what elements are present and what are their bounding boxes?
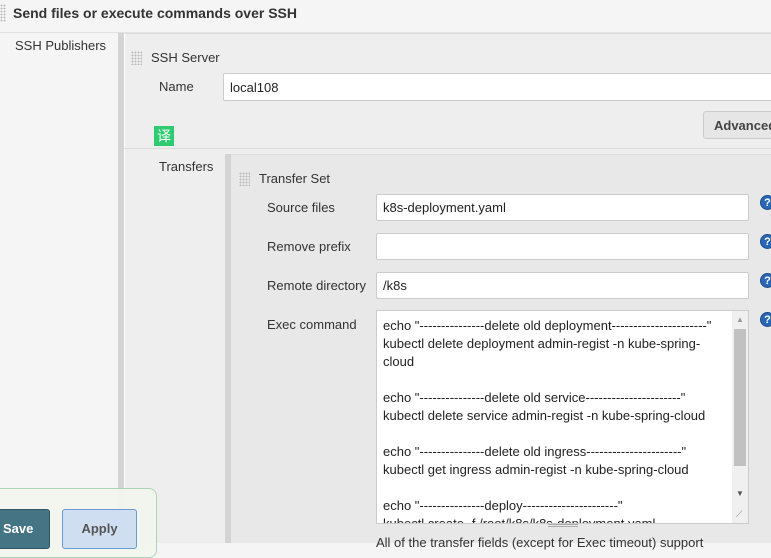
help-circle-icon[interactable]: ? [760, 273, 771, 288]
help-circle-icon[interactable]: ? [760, 312, 771, 327]
remote-directory-label: Remote directory [267, 278, 366, 293]
ssh-publishers-label: SSH Publishers [15, 38, 107, 53]
resize-grip-icon[interactable]: ⟋ [736, 509, 742, 520]
section-header: Send files or execute commands over SSH [0, 0, 771, 33]
source-files-field[interactable] [376, 194, 749, 221]
scrollbar-thumb[interactable] [734, 329, 746, 466]
scrollbar[interactable]: ▲ ▼ ⟋ [732, 311, 748, 523]
transfer-set-title: Transfer Set [259, 171, 331, 186]
help-circle-icon[interactable]: ? [760, 195, 771, 210]
apply-button[interactable]: Apply [62, 509, 137, 549]
scroll-down-icon[interactable]: ▼ [736, 489, 744, 498]
drag-handle-icon[interactable] [239, 172, 250, 186]
transfers-label: Transfers [159, 159, 214, 174]
exec-command-textarea[interactable]: echo "---------------delete old deployme… [376, 310, 749, 524]
drag-handle-icon[interactable] [0, 4, 6, 22]
save-button[interactable]: Save [0, 509, 50, 549]
section-title: Send files or execute commands over SSH [13, 5, 297, 21]
textarea-resize-handle[interactable] [548, 524, 578, 527]
exec-command-text[interactable]: echo "---------------delete old deployme… [383, 317, 728, 523]
divider [124, 148, 771, 149]
name-label: Name [159, 79, 194, 94]
translate-icon[interactable]: 译 [154, 126, 174, 146]
source-files-label: Source files [267, 200, 335, 215]
remove-prefix-field[interactable] [376, 233, 749, 260]
drag-handle-icon[interactable] [131, 51, 142, 65]
ssh-server-title: SSH Server [151, 50, 220, 65]
advanced-button[interactable]: Advanced [703, 111, 771, 139]
help-circle-icon[interactable]: ? [760, 234, 771, 249]
remove-prefix-label: Remove prefix [267, 239, 351, 254]
scroll-up-icon[interactable]: ▲ [736, 315, 744, 324]
remote-directory-field[interactable] [376, 272, 749, 299]
exec-command-label: Exec command [267, 317, 357, 332]
name-field[interactable] [223, 73, 771, 101]
